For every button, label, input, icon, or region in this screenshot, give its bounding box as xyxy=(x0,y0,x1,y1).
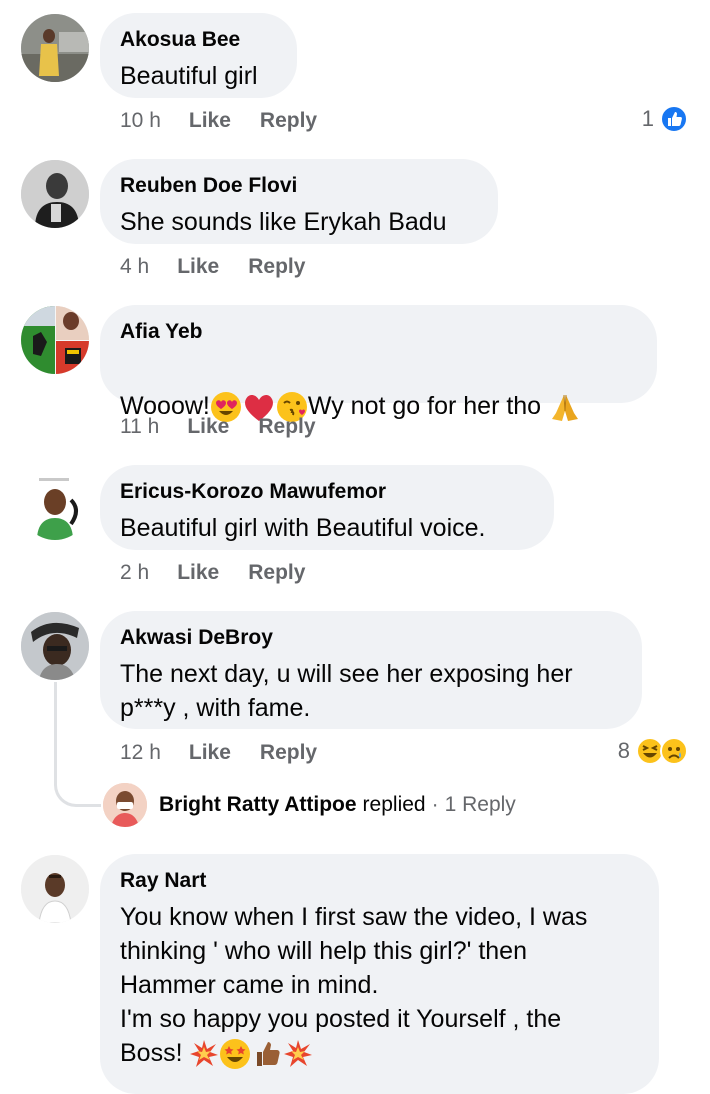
comment-bubble: Ray Nart You know when I first saw the v… xyxy=(100,854,659,1094)
reply-button[interactable]: Reply xyxy=(258,414,315,440)
thumbs-up-emoji-icon xyxy=(257,1042,281,1067)
comment-text-part: Wy not go for her tho xyxy=(307,392,542,420)
comment-author[interactable]: Akwasi DeBroy xyxy=(120,625,622,651)
comment-bubble: Akosua Bee Beautiful girl xyxy=(100,13,297,98)
comment-meta: 2 h Like Reply xyxy=(120,560,305,586)
comment-author[interactable]: Ray Nart xyxy=(120,868,639,894)
like-reaction-icon xyxy=(660,105,688,133)
comment-text: Beautiful girl with Beautiful voice. xyxy=(120,514,486,542)
avatar[interactable] xyxy=(21,14,89,82)
sad-reaction-icon xyxy=(660,737,688,765)
like-button[interactable]: Like xyxy=(187,414,229,440)
reaction-summary[interactable]: 1 xyxy=(642,105,688,133)
reply-button[interactable]: Reply xyxy=(260,108,317,134)
avatar[interactable] xyxy=(21,612,89,680)
reply-author-name[interactable]: Bright Ratty Attipoe xyxy=(159,793,357,817)
comment-meta: 4 h Like Reply xyxy=(120,254,305,280)
like-button[interactable]: Like xyxy=(189,740,231,766)
reply-button[interactable]: Reply xyxy=(248,254,305,280)
like-button[interactable]: Like xyxy=(177,560,219,586)
comment-text: You know when I first saw the video, I w… xyxy=(120,900,639,1070)
comment-text: She sounds like Erykah Badu xyxy=(120,208,447,236)
thread-connector-line xyxy=(54,682,101,807)
comment-meta: 12 h Like Reply xyxy=(120,740,317,766)
comment-bubble: Akwasi DeBroy The next day, u will see h… xyxy=(100,611,642,729)
avatar[interactable] xyxy=(21,472,89,540)
reply-preview[interactable]: Bright Ratty Attipoe replied · 1 Reply xyxy=(103,783,516,827)
collision-emoji-icon xyxy=(284,1040,313,1068)
comment-bubble: Ericus-Korozo Mawufemor Beautiful girl w… xyxy=(100,465,554,550)
folded-hands-emoji-icon xyxy=(552,395,579,422)
comment-time[interactable]: 4 h xyxy=(120,254,149,280)
comment-author[interactable]: Ericus-Korozo Mawufemor xyxy=(120,479,534,505)
avatar[interactable] xyxy=(21,160,89,228)
reaction-count: 1 xyxy=(641,106,654,131)
reply-button[interactable]: Reply xyxy=(260,740,317,766)
comment-time[interactable]: 2 h xyxy=(120,560,149,586)
reaction-summary[interactable]: 8 xyxy=(618,737,688,765)
reply-separator: · xyxy=(431,793,439,816)
comment-author[interactable]: Afia Yeb xyxy=(120,319,637,345)
avatar[interactable] xyxy=(21,306,89,374)
comment-author[interactable]: Reuben Doe Flovi xyxy=(120,173,478,199)
comment-bubble: Reuben Doe Flovi She sounds like Erykah … xyxy=(100,159,498,244)
comment-time[interactable]: 10 h xyxy=(120,108,161,134)
avatar[interactable] xyxy=(21,855,89,923)
comment-bubble: Afia Yeb Wooow! Wy not go for her tho xyxy=(100,305,657,423)
comment-meta: 10 h Like Reply xyxy=(120,108,317,134)
reply-action: replied xyxy=(362,793,426,816)
reply-count-link[interactable]: 1 Reply xyxy=(445,793,516,817)
comment-author[interactable]: Akosua Bee xyxy=(120,27,277,53)
comment-meta: 11 h Like Reply xyxy=(120,414,316,440)
comment-time[interactable]: 11 h xyxy=(120,414,159,440)
reply-author-avatar xyxy=(103,783,147,827)
reaction-count: 8 xyxy=(617,738,630,763)
reply-button[interactable]: Reply xyxy=(248,560,305,586)
like-button[interactable]: Like xyxy=(177,254,219,280)
comment-time[interactable]: 12 h xyxy=(120,740,161,766)
star-struck-emoji-icon xyxy=(220,1039,251,1070)
collision-emoji-icon xyxy=(190,1040,219,1068)
like-button[interactable]: Like xyxy=(189,108,231,134)
comment-text: Beautiful girl xyxy=(120,62,258,90)
comment-text: The next day, u will see her exposing he… xyxy=(120,660,573,722)
